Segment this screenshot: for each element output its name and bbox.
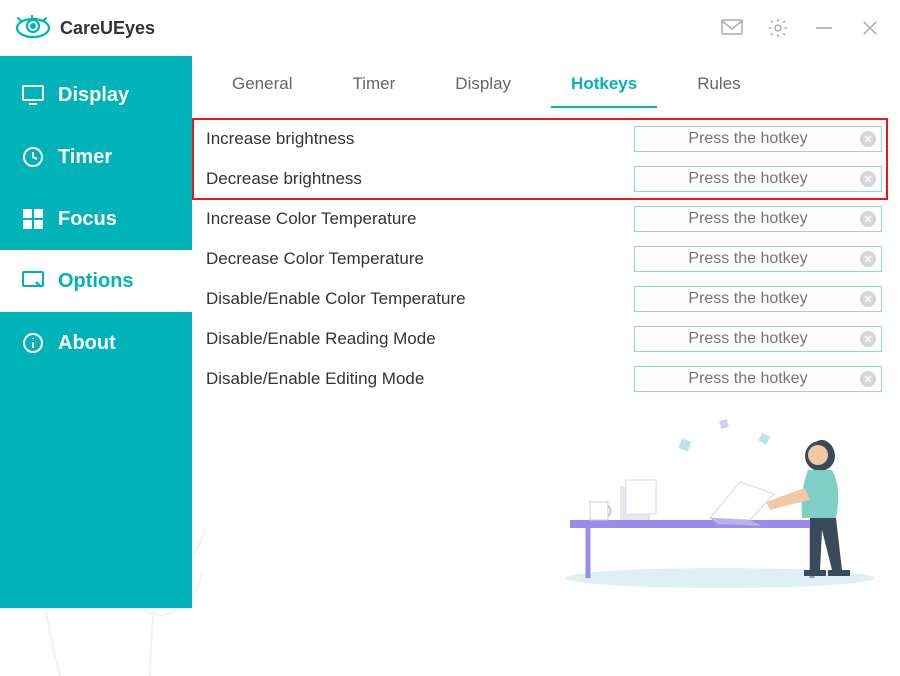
clear-icon — [864, 175, 872, 183]
sidebar-item-focus[interactable]: Focus — [0, 188, 192, 250]
clear-icon — [864, 135, 872, 143]
tab-display[interactable]: Display — [453, 68, 513, 104]
content: General Timer Display Hotkeys Rules Incr… — [192, 56, 900, 608]
mail-icon — [721, 19, 743, 37]
clear-hotkey-button[interactable] — [860, 131, 876, 147]
hotkey-row: Decrease brightness — [206, 166, 882, 192]
minimize-icon — [814, 18, 834, 38]
close-button[interactable] — [856, 14, 884, 42]
settings-button[interactable] — [764, 14, 792, 42]
tab-timer[interactable]: Timer — [350, 68, 397, 104]
timer-icon — [22, 146, 44, 168]
feedback-button[interactable] — [718, 14, 746, 42]
close-icon — [861, 19, 879, 37]
sidebar-item-timer[interactable]: Timer — [0, 126, 192, 188]
tabs: General Timer Display Hotkeys Rules — [192, 56, 900, 116]
hotkey-label: Decrease brightness — [206, 169, 362, 189]
clear-icon — [864, 335, 872, 343]
clear-icon — [864, 295, 872, 303]
illustration — [560, 390, 880, 590]
hotkey-input[interactable] — [634, 166, 882, 192]
about-icon — [22, 332, 44, 354]
hotkey-input[interactable] — [634, 126, 882, 152]
hotkey-row: Increase Color Temperature — [206, 206, 882, 232]
hotkey-label: Decrease Color Temperature — [206, 249, 424, 269]
clear-icon — [864, 215, 872, 223]
sidebar: Display Timer Focus Options About — [0, 56, 192, 608]
hotkey-input[interactable] — [634, 286, 882, 312]
display-icon — [22, 84, 44, 106]
eye-icon — [16, 15, 50, 41]
hotkey-label: Disable/Enable Color Temperature — [206, 289, 466, 309]
tab-general[interactable]: General — [230, 68, 294, 104]
clear-icon — [864, 255, 872, 263]
sidebar-item-label: Focus — [58, 208, 117, 231]
hotkey-rows: Increase brightness Decrease brightness — [192, 126, 900, 392]
clear-hotkey-button[interactable] — [860, 171, 876, 187]
hotkey-row: Disable/Enable Editing Mode — [206, 366, 882, 392]
minimize-button[interactable] — [810, 14, 838, 42]
hotkey-input[interactable] — [634, 366, 882, 392]
clear-hotkey-button[interactable] — [860, 371, 876, 387]
app-name: CareUEyes — [60, 18, 155, 39]
sidebar-item-label: Options — [58, 270, 134, 293]
hotkey-input[interactable] — [634, 326, 882, 352]
clear-hotkey-button[interactable] — [860, 211, 876, 227]
tab-hotkeys[interactable]: Hotkeys — [569, 68, 639, 104]
clear-hotkey-button[interactable] — [860, 331, 876, 347]
sidebar-item-label: Display — [58, 84, 129, 107]
clear-hotkey-button[interactable] — [860, 251, 876, 267]
titlebar-actions — [718, 14, 884, 42]
hotkey-row: Disable/Enable Reading Mode — [206, 326, 882, 352]
options-icon — [22, 270, 44, 292]
sidebar-item-about[interactable]: About — [0, 312, 192, 374]
sidebar-item-options[interactable]: Options — [0, 250, 192, 312]
hotkey-label: Disable/Enable Editing Mode — [206, 369, 424, 389]
hotkey-row: Increase brightness — [206, 126, 882, 152]
sidebar-item-display[interactable]: Display — [0, 64, 192, 126]
clear-hotkey-button[interactable] — [860, 291, 876, 307]
hotkey-row: Decrease Color Temperature — [206, 246, 882, 272]
gear-icon — [767, 17, 789, 39]
hotkey-label: Increase brightness — [206, 129, 354, 149]
sidebar-item-label: About — [58, 332, 116, 355]
sidebar-item-label: Timer — [58, 146, 112, 169]
clear-icon — [864, 375, 872, 383]
hotkey-label: Increase Color Temperature — [206, 209, 416, 229]
hotkey-input[interactable] — [634, 246, 882, 272]
hotkey-input[interactable] — [634, 206, 882, 232]
focus-icon — [22, 208, 44, 230]
hotkey-row: Disable/Enable Color Temperature — [206, 286, 882, 312]
titlebar: CareUEyes — [0, 0, 900, 56]
hotkey-label: Disable/Enable Reading Mode — [206, 329, 436, 349]
app-logo: CareUEyes — [16, 15, 155, 41]
tab-rules[interactable]: Rules — [695, 68, 742, 104]
